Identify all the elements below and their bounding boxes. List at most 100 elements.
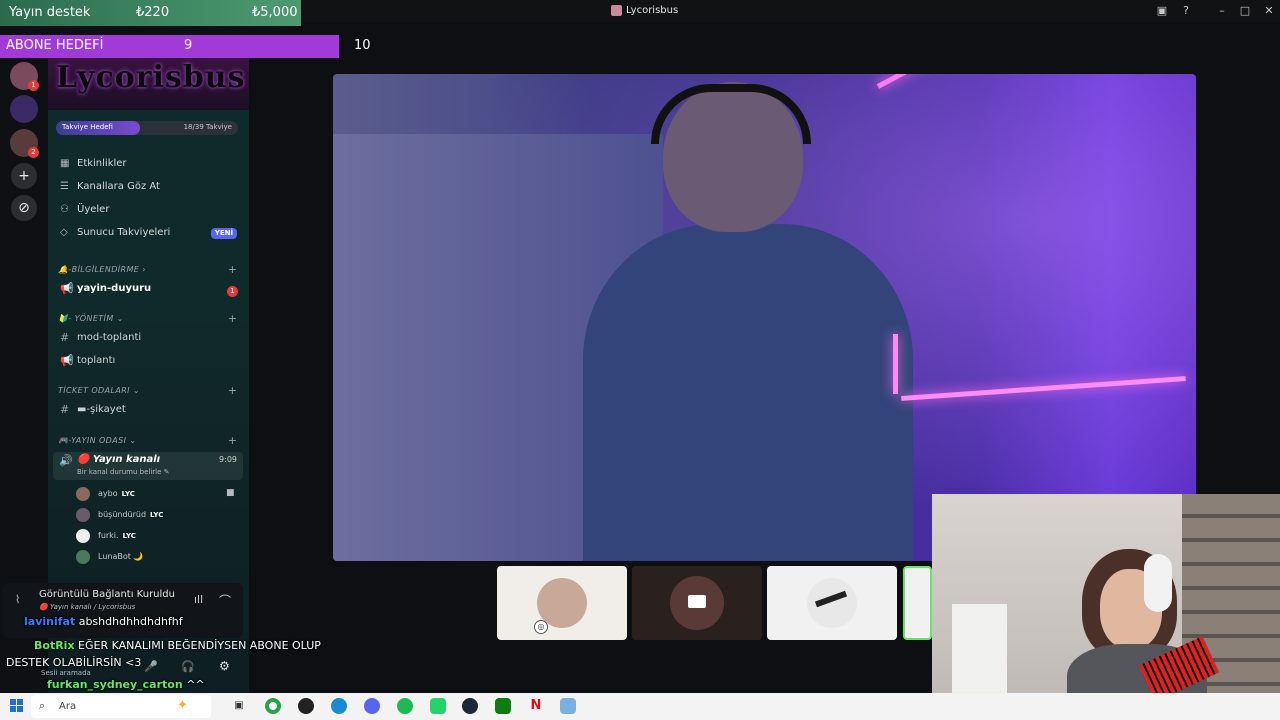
category-info[interactable]: 🔔-BİLGİLENDİRME › bbox=[58, 265, 146, 279]
voice-connection-panel: ⌇ Görüntülü Bağlantı Kuruldu 🔴 Yayın kan… bbox=[3, 583, 243, 638]
channel-mod-meeting[interactable]: # mod-toplanti bbox=[58, 329, 243, 349]
participant-tile[interactable]: ◎ bbox=[497, 566, 627, 640]
unread-badge: 1 bbox=[227, 286, 238, 297]
camera-icon bbox=[688, 595, 706, 608]
hash-icon: # bbox=[60, 403, 70, 416]
whatsapp-icon[interactable] bbox=[430, 698, 446, 714]
edge-icon[interactable] bbox=[331, 698, 347, 714]
voice-user[interactable]: aybo LYC bbox=[76, 485, 241, 503]
window-title: Lycorisbus bbox=[626, 5, 679, 16]
voice-user[interactable]: LunaBot 🌙 bbox=[76, 548, 241, 566]
connection-status[interactable]: Görüntülü Bağlantı Kuruldu bbox=[39, 589, 175, 600]
close-button[interactable]: ✕ bbox=[1261, 3, 1277, 19]
streaming-icon: ◎ bbox=[534, 620, 548, 634]
boost-icon: ◇ bbox=[60, 227, 68, 238]
signal-icon[interactable]: ⌇ bbox=[15, 593, 20, 606]
chat-message: lavinifat abshdhdhhdhdhfhf bbox=[24, 615, 183, 628]
sub-goal-bar: ABONE HEDEFİ 9 bbox=[0, 35, 339, 58]
menu-members[interactable]: ⚇ Üyeler bbox=[58, 201, 243, 221]
microphone-icon[interactable]: 🎤 bbox=[144, 660, 158, 673]
connection-channel: 🔴 Yayın kanalı / Lycorisbus bbox=[39, 603, 136, 611]
compass-icon[interactable]: ⊘ bbox=[11, 195, 37, 221]
category-ticket[interactable]: TİCKET ODALARI ⌄ bbox=[58, 386, 140, 400]
support-current: ₺220 bbox=[136, 5, 170, 20]
voice-timer: 9:09 bbox=[219, 455, 237, 464]
voice-channel-status[interactable]: Bir kanal durumu belirle ✎ bbox=[77, 468, 170, 476]
led-strip bbox=[893, 334, 898, 394]
menu-browse-channels[interactable]: ☰ Kanallara Göz At bbox=[58, 178, 243, 198]
role-tag: LYC bbox=[122, 532, 136, 540]
avatar bbox=[76, 529, 90, 543]
voice-channel-selected[interactable]: 🔊 🔴 Yayın kanalı Bir kanal durumu belirl… bbox=[53, 452, 243, 480]
inbox-icon[interactable]: ▣ bbox=[1154, 3, 1170, 19]
members-icon: ⚇ bbox=[60, 204, 69, 215]
category-admin[interactable]: 🔰- YÖNETİM ⌄ bbox=[58, 314, 124, 328]
sub-goal-label: ABONE HEDEFİ bbox=[6, 38, 104, 53]
search-icon: ⌕ bbox=[39, 699, 46, 712]
discord-icon[interactable] bbox=[364, 698, 380, 714]
announcement-icon: 📢 bbox=[60, 354, 74, 367]
voice-channel-name: 🔴 Yayın kanalı bbox=[77, 454, 161, 465]
settings-gear-icon[interactable]: ⚙ bbox=[219, 659, 230, 673]
announcement-icon: 📢 bbox=[60, 282, 74, 295]
steam-icon[interactable] bbox=[462, 698, 478, 714]
add-channel-icon[interactable]: + bbox=[228, 263, 237, 276]
app-icon[interactable] bbox=[560, 698, 576, 714]
participant-tile[interactable] bbox=[903, 566, 932, 640]
noise-suppression-icon[interactable]: ıll bbox=[194, 593, 203, 606]
voice-user[interactable]: furki. LYC bbox=[76, 527, 241, 545]
headphones-icon[interactable]: 🎧 bbox=[181, 660, 195, 673]
participant-tile[interactable] bbox=[632, 566, 762, 640]
participant-tile[interactable] bbox=[767, 566, 897, 640]
new-badge: YENİ bbox=[211, 228, 237, 239]
disconnect-icon[interactable]: ⌒ bbox=[219, 592, 231, 609]
boost-goal-bar[interactable]: Takviye Hedefi 18/39 Takviye bbox=[56, 121, 238, 135]
support-label: Yayın destek bbox=[9, 5, 91, 20]
hash-icon: # bbox=[60, 331, 70, 344]
minimize-button[interactable]: – bbox=[1214, 3, 1230, 19]
add-channel-icon[interactable]: + bbox=[228, 384, 237, 397]
plus-icon[interactable]: + bbox=[11, 163, 37, 189]
channel-announce[interactable]: 📢 yayin-duyuru bbox=[58, 280, 243, 300]
netflix-icon[interactable]: N bbox=[528, 698, 544, 714]
server-icon[interactable] bbox=[10, 95, 38, 123]
browse-icon: ☰ bbox=[60, 181, 69, 192]
category-stream[interactable]: 🎮-YAYIN ODASI ⌄ bbox=[58, 436, 136, 450]
chrome-icon[interactable] bbox=[265, 698, 281, 714]
streamer-body bbox=[583, 224, 913, 561]
menu-events[interactable]: ▦ Etkinlikler bbox=[58, 155, 243, 175]
add-channel-icon[interactable]: + bbox=[228, 312, 237, 325]
calendar-icon: ▦ bbox=[60, 158, 70, 169]
role-tag: LYC bbox=[150, 511, 164, 519]
chat-message: BotRix EĞER KANALIMI BEĞENDİYSEN ABONE O… bbox=[34, 639, 321, 652]
add-channel-icon[interactable]: + bbox=[228, 434, 237, 447]
boost-goal-count: 18/39 Takviye bbox=[183, 123, 232, 131]
avatar bbox=[76, 508, 90, 522]
boost-goal-label: Takviye Hedefi bbox=[62, 123, 113, 131]
server-badge: 1 bbox=[28, 80, 39, 91]
help-icon[interactable]: ? bbox=[1178, 3, 1194, 19]
search-placeholder: Ara bbox=[59, 701, 77, 712]
chat-message: furkan_sydney_carton ^^ bbox=[47, 678, 205, 691]
spotify-icon[interactable] bbox=[397, 698, 413, 714]
sparkle-icon: ✦ bbox=[177, 698, 188, 713]
windows-start-icon[interactable] bbox=[10, 699, 24, 713]
channel-meeting[interactable]: 📢 toplantı bbox=[58, 352, 243, 372]
support-goal-bar: Yayın destek ₺220 ₺5,000 bbox=[0, 0, 301, 26]
channel-complaint[interactable]: # ▬-şikayet bbox=[58, 401, 243, 421]
obs-icon[interactable] bbox=[298, 698, 314, 714]
voice-user[interactable]: büşündürüd LYC bbox=[76, 506, 241, 524]
camera-icon: ■ bbox=[226, 488, 235, 498]
taskbar-search[interactable]: ⌕ Ara ✦ bbox=[31, 695, 211, 718]
avatar bbox=[76, 487, 90, 501]
server-banner-logo: Lycorisbus bbox=[56, 60, 246, 95]
maximize-button[interactable]: □ bbox=[1237, 3, 1253, 19]
task-view-icon[interactable]: ▣ bbox=[231, 698, 247, 714]
xbox-icon[interactable] bbox=[495, 698, 511, 714]
server-banner[interactable]: Lycorisbus bbox=[48, 58, 249, 110]
main-video-stream[interactable] bbox=[333, 74, 1196, 561]
support-target: ₺5,000 bbox=[252, 5, 298, 20]
server-badge: 2 bbox=[28, 147, 39, 158]
sub-goal-target: 10 bbox=[354, 38, 371, 53]
user-status: Sesli aramada bbox=[41, 669, 91, 677]
